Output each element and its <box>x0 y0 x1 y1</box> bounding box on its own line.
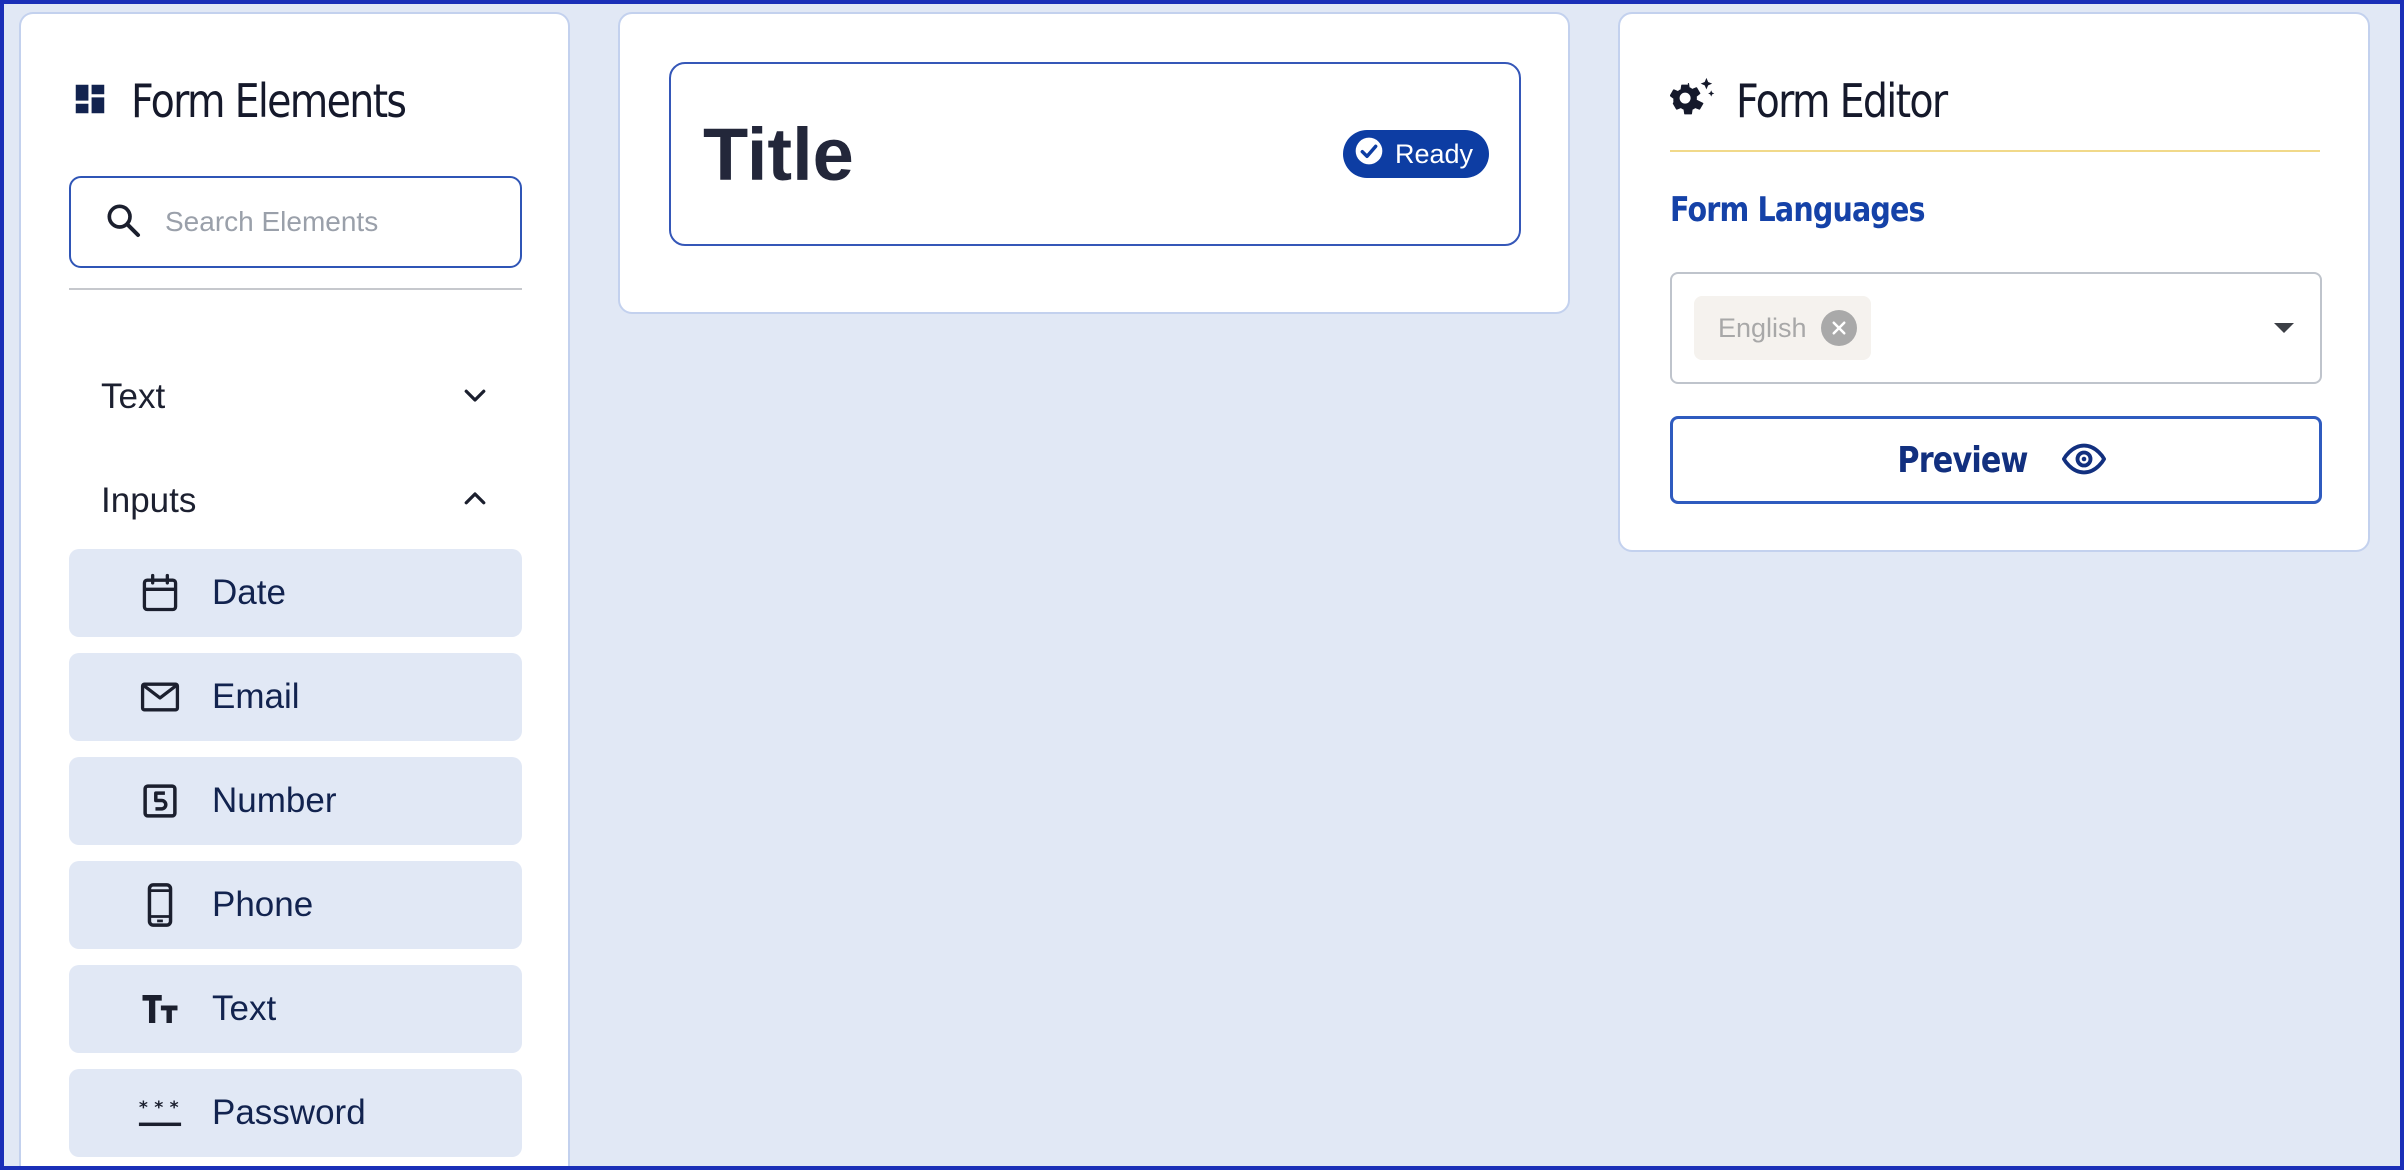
form-languages-label: Form Languages <box>1670 190 1926 230</box>
section-inputs[interactable]: Inputs <box>69 461 522 541</box>
dropdown-caret-icon[interactable] <box>2274 323 2294 333</box>
form-editor-panel: Form Editor Form Languages English Previ… <box>1618 12 2370 552</box>
form-editor-header: Form Editor <box>1669 74 1981 128</box>
password-asterisks-icon: * * * <box>130 1083 190 1143</box>
editor-divider <box>1670 150 2320 152</box>
settings-sparkle-icon <box>1669 76 1716 127</box>
eye-icon <box>2061 436 2107 485</box>
chevron-down-icon <box>460 380 490 415</box>
form-elements-header: Form Elements <box>71 74 450 128</box>
svg-text:*: * <box>170 1098 179 1118</box>
status-badge-label: Ready <box>1394 138 1473 169</box>
section-text[interactable]: Text <box>69 357 522 437</box>
svg-text:*: * <box>139 1098 148 1118</box>
form-title: Title <box>703 112 854 196</box>
check-circle-icon <box>1353 135 1385 174</box>
remove-language-icon[interactable] <box>1820 310 1857 346</box>
element-item-label: Number <box>212 781 337 820</box>
search-divider <box>69 288 522 290</box>
form-elements-title: Form Elements <box>131 74 407 128</box>
envelope-icon <box>130 667 190 727</box>
element-item-label: Phone <box>212 885 314 924</box>
element-item-phone[interactable]: Phone <box>69 861 522 949</box>
mobile-phone-icon <box>130 875 190 935</box>
form-editor-title: Form Editor <box>1736 74 1948 128</box>
form-languages-select[interactable]: English <box>1670 272 2322 384</box>
element-item-email[interactable]: Email <box>69 653 522 741</box>
search-box[interactable] <box>69 176 522 268</box>
text-size-icon <box>130 979 190 1039</box>
svg-text:*: * <box>154 1098 163 1118</box>
language-chip-label: English <box>1718 312 1807 343</box>
element-item-number[interactable]: Number <box>69 757 522 845</box>
search-icon <box>103 200 143 245</box>
status-badge: Ready <box>1342 130 1489 178</box>
element-item-label: Password <box>212 1093 366 1132</box>
element-item-label: Email <box>212 677 300 716</box>
calendar-icon <box>130 563 190 623</box>
chevron-up-icon <box>460 484 490 519</box>
dashboard-icon <box>71 80 109 123</box>
title-element-card[interactable]: Title Ready <box>669 62 1521 246</box>
number-five-box-icon <box>130 771 190 831</box>
element-item-text[interactable]: Text <box>69 965 522 1053</box>
form-canvas: Title Ready <box>618 12 1570 314</box>
preview-button[interactable]: Preview <box>1670 416 2322 504</box>
preview-button-label: Preview <box>1897 439 2029 481</box>
element-item-password[interactable]: * * * Password <box>69 1069 522 1157</box>
section-inputs-label: Inputs <box>101 481 197 520</box>
form-elements-panel: Form Elements Text Inputs <box>19 12 570 1170</box>
element-item-label: Date <box>212 573 286 612</box>
language-chip: English <box>1694 296 1871 360</box>
search-input[interactable] <box>165 206 505 238</box>
element-item-label: Text <box>212 989 277 1028</box>
element-item-date[interactable]: Date <box>69 549 522 637</box>
section-text-label: Text <box>101 377 166 416</box>
